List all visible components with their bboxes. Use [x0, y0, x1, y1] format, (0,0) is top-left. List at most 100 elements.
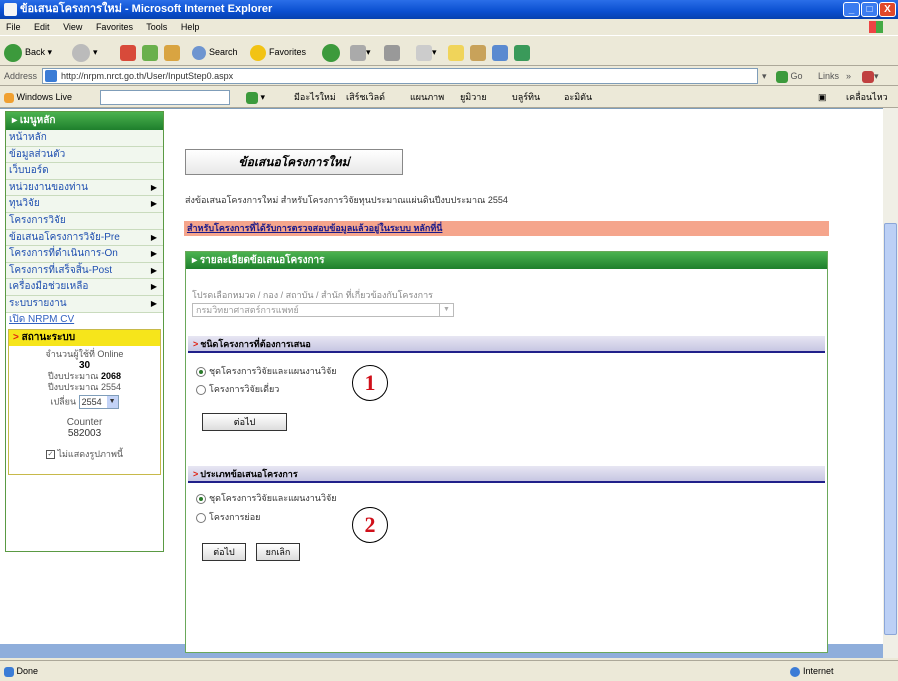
radio-icon[interactable] [196, 512, 206, 523]
section2-option-2[interactable]: โครงการย่อย [196, 511, 260, 523]
sidebar-item-profile[interactable]: ข้อมูลส่วนตัว [6, 146, 163, 164]
favorites-button[interactable]: Favorites [250, 42, 306, 62]
mail-button[interactable]: ▾ [350, 42, 371, 62]
sidebar-item-projects[interactable]: โครงการวิจัย [6, 212, 163, 230]
go-button[interactable]: Go [776, 66, 803, 86]
messenger-icon [492, 44, 508, 61]
home-icon [164, 44, 180, 61]
sidebar-item-agency[interactable]: หน่วยงานของท่าน ▶ [6, 179, 163, 197]
section2-cancel-button[interactable]: ยกเลิก [256, 543, 300, 561]
department-select[interactable]: กรมวิทยาศาสตร์การแพทย์ ▼ [192, 303, 454, 317]
vertical-scrollbar[interactable] [883, 108, 898, 658]
messenger-button[interactable] [492, 42, 508, 62]
links-item-4[interactable]: ยูมิวาย [460, 87, 487, 108]
section1-next-button[interactable]: ต่อไป [202, 413, 287, 431]
links-item-2[interactable]: เสิร์ชเวิลด์ [346, 87, 385, 108]
menu-tools[interactable]: Tools [146, 22, 167, 32]
sidebar-item-webboard[interactable]: เว็บบอร์ด [6, 163, 163, 180]
maximize-button[interactable]: □ [861, 2, 878, 17]
year-select[interactable]: 2554 ▼ [78, 394, 119, 409]
page-title: ข้อเสนอโครงการใหม่ [185, 149, 403, 175]
sidebar-item-completed[interactable]: โครงการที่เสร็จสิ้น-Post ▶ [6, 262, 163, 280]
checkbox-checked-icon[interactable]: ✓ [45, 449, 55, 459]
go-arrow-icon [776, 70, 788, 83]
counter-label: Counter [66, 416, 103, 428]
links-item-6[interactable]: อะมิตัน [564, 87, 592, 108]
print-button[interactable] [384, 42, 400, 62]
minimize-button[interactable]: _ [843, 2, 860, 17]
links-chevron-icon[interactable]: » [846, 66, 851, 86]
remember-checkbox[interactable]: ✓ ไม่แสดงรูปภาพนี้ [9, 449, 160, 460]
sidebar-header: ▸ เมนูหลัก [6, 112, 163, 130]
search-button[interactable]: Search [192, 42, 238, 62]
sidebar-item-tools[interactable]: เครื่องมือช่วยเหลือ ▶ [6, 279, 163, 296]
live-search-input[interactable] [100, 90, 230, 105]
forward-button[interactable]: ▾ [72, 42, 98, 62]
sidebar-item-reports[interactable]: ระบบรายงาน ▶ [6, 295, 163, 313]
year-row: เปลี่ยน 2554 ▼ [9, 394, 160, 409]
sidebar-item-proposals-pre[interactable]: ข้อเสนอโครงการวิจัย-Pre ▶ [6, 229, 163, 247]
back-button[interactable]: Back ▾ [4, 42, 52, 62]
nrpm-cv-link[interactable]: เปิด NRPM CV [6, 312, 163, 327]
address-input[interactable]: http://nrpm.nrct.go.th/User/InputStep0.a… [42, 68, 758, 84]
section2-next-button[interactable]: ต่อไป [202, 543, 246, 561]
section1-option-2[interactable]: โครงการวิจัยเดี่ยว [196, 383, 279, 395]
refresh-button[interactable] [142, 42, 158, 62]
forward-arrow-icon [72, 43, 90, 62]
annotation-marker-2: 2 [352, 507, 388, 543]
sidebar-item-ongoing[interactable]: โครงการที่ดำเนินการ-On ▶ [6, 246, 163, 263]
system-status-box: > สถานะระบบ จำนวนผู้ใช้ที่ Online 30 ปีง… [8, 328, 161, 475]
section1-header: > ชนิดโครงการที่ต้องการเสนอ [188, 336, 825, 353]
submenu-arrow-icon: ▶ [150, 232, 157, 242]
windows-live-label[interactable]: Windows Live [4, 87, 72, 108]
radio-selected-icon[interactable] [196, 493, 206, 504]
edit-button[interactable]: ▾ [416, 42, 437, 62]
links-item-5[interactable]: บลูร์ทิน [512, 87, 540, 108]
online-count: 30 [78, 359, 91, 371]
online-label: จำนวนผู้ใช้ที่ Online [45, 348, 124, 359]
people-button[interactable] [514, 42, 530, 62]
window-title-bar: ข้อเสนอโครงการใหม่ - Microsoft Internet … [0, 0, 898, 19]
radio-icon[interactable] [196, 384, 206, 395]
links-right-item[interactable]: เคลื่อนไหว [846, 87, 888, 108]
menu-favorites[interactable]: Favorites [96, 22, 133, 32]
mail-icon [350, 44, 366, 61]
page-description: ส่งข้อเสนอโครงการใหม่ สำหรับโครงการวิจัย… [185, 195, 508, 205]
notice-link[interactable]: สำหรับโครงการที่ได้รับการตรวจสอบข้อมูลแล… [184, 221, 829, 236]
menu-edit[interactable]: Edit [34, 22, 50, 32]
proposal-panel: ▸ รายละเอียดข้อเสนอโครงการ โปรดเลือกหมวด… [185, 251, 828, 653]
history-icon [322, 43, 340, 62]
links-item-3[interactable]: แผนภาพ [410, 87, 444, 108]
search-icon [192, 45, 206, 60]
extension-icon[interactable]: ▾ [862, 66, 879, 86]
chevron-down-icon: ▼ [106, 395, 118, 408]
pen-icon [470, 44, 486, 61]
section1-option-1[interactable]: ชุดโครงการวิจัยและแผนงานวิจัย [196, 365, 337, 377]
live-search-button[interactable]: ▾ [246, 87, 265, 108]
edit-icon [416, 44, 432, 61]
scrollbar-thumb[interactable] [884, 223, 897, 635]
people-icon [514, 44, 530, 61]
stop-button[interactable] [120, 42, 136, 62]
links-item-1[interactable]: มีอะไรใหม่ [294, 87, 336, 108]
section2-option-1[interactable]: ชุดโครงการวิจัยและแผนงานวิจัย [196, 492, 337, 504]
menu-view[interactable]: View [63, 22, 82, 32]
address-dropdown-icon[interactable]: ▾ [762, 66, 767, 86]
stop-icon [120, 44, 136, 61]
menu-file[interactable]: File [6, 22, 21, 32]
history-button[interactable] [322, 42, 343, 62]
sidebar-item-funding[interactable]: ทุนวิจัย ▶ [6, 196, 163, 213]
ie-icon [4, 3, 17, 16]
sidebar-item-home[interactable]: หน้าหลัก [6, 130, 163, 147]
caret-icon: > [193, 339, 199, 349]
menu-help[interactable]: Help [181, 22, 200, 32]
radio-selected-icon[interactable] [196, 366, 206, 377]
folder-button[interactable] [448, 42, 464, 62]
home-button[interactable] [164, 42, 180, 62]
links-label[interactable]: Links [818, 66, 839, 86]
close-button[interactable]: X [879, 2, 896, 17]
links-right-icon[interactable]: ▣ [818, 87, 827, 108]
chevron-down-icon: ▼ [439, 304, 453, 316]
research-button[interactable] [470, 42, 486, 62]
submenu-arrow-icon: ▶ [150, 249, 157, 259]
